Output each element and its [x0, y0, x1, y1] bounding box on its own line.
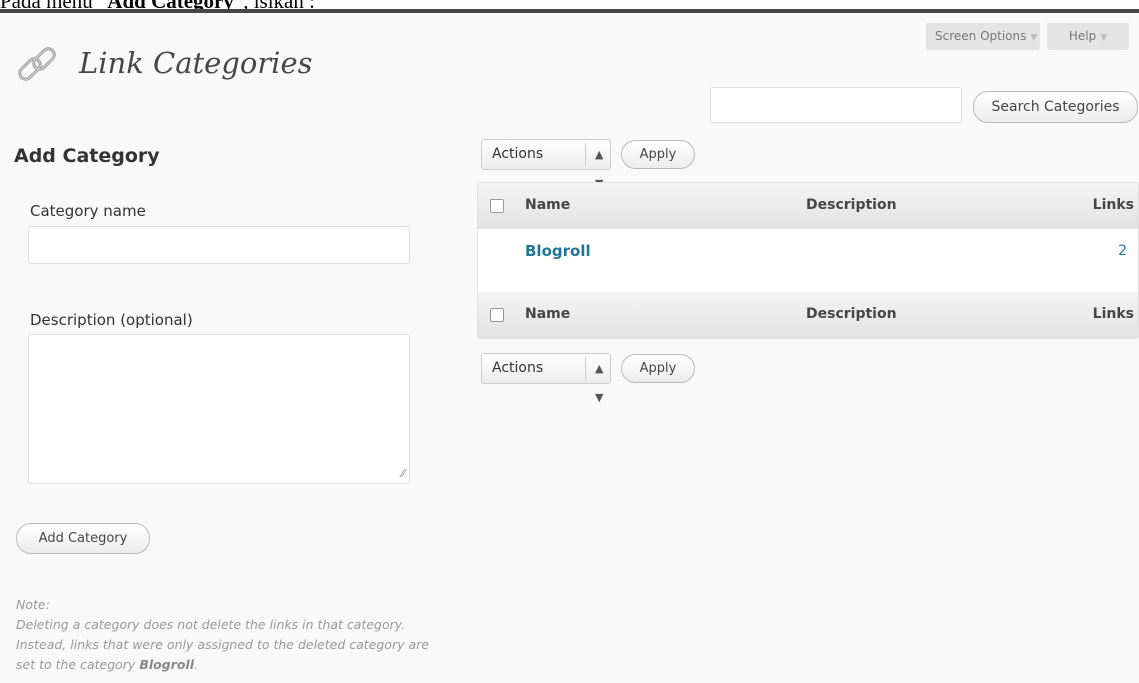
note-text-before: Deleting a category does not delete the …: [16, 617, 429, 672]
add-category-heading: Add Category: [14, 145, 160, 167]
bulk-actions-select-top[interactable]: Actions ▲▼: [481, 139, 611, 190]
select-all-checkbox-footer[interactable]: [490, 308, 504, 322]
description-textarea[interactable]: ⁄⁄: [28, 334, 410, 484]
category-name-label: Category name: [30, 202, 146, 220]
column-name[interactable]: Name: [525, 197, 570, 213]
column-description[interactable]: Description: [806, 197, 897, 213]
screen-options-button[interactable]: Screen Options ▼: [926, 23, 1040, 50]
bulk-actions-select-bottom[interactable]: Actions ▲ ▼: [481, 353, 611, 404]
help-button[interactable]: Help ▼: [1047, 23, 1129, 50]
apply-button-top[interactable]: Apply: [621, 140, 695, 169]
column-links-footer[interactable]: Links: [1093, 306, 1134, 322]
dropdown-arrow-icon: ▼: [1030, 33, 1038, 43]
bulk-actions-value: Actions: [492, 146, 544, 162]
column-links[interactable]: Links: [1093, 197, 1134, 213]
categories-table: Name Description Links Blogroll 2 Name D…: [477, 182, 1139, 339]
note-text-after: .: [193, 657, 198, 672]
help-label: Help: [1068, 29, 1097, 43]
select-all-checkbox[interactable]: [490, 199, 504, 213]
column-description-footer[interactable]: Description: [806, 306, 897, 322]
apply-button-bottom[interactable]: Apply: [621, 354, 695, 383]
table-row: Blogroll 2: [478, 229, 1138, 292]
add-category-button[interactable]: Add Category: [16, 523, 150, 554]
document-caption: Pada menu “Add Category”, isikan :: [0, 0, 1139, 13]
link-icon: [18, 47, 56, 81]
admin-panel: Screen Options ▼ Help ▼ Link Categories Se…: [0, 13, 1139, 683]
links-count-link[interactable]: 2: [1118, 243, 1127, 259]
select-divider: [585, 357, 586, 380]
search-categories-button[interactable]: Search Categories: [973, 91, 1138, 123]
delete-note: Note: Deleting a category does not delet…: [16, 595, 436, 675]
category-name-input[interactable]: [28, 226, 410, 264]
description-label: Description (optional): [30, 311, 193, 329]
category-name-link[interactable]: Blogroll: [525, 242, 591, 260]
page-title: Link Categories: [79, 46, 313, 80]
dropdown-arrow-icon: ▼: [1100, 33, 1108, 43]
table-header: Name Description Links: [478, 183, 1138, 229]
select-arrows-icon: ▲▼: [595, 362, 604, 404]
select-divider: [585, 143, 586, 166]
column-name-footer[interactable]: Name: [525, 306, 570, 322]
bulk-actions-value: Actions: [492, 360, 544, 376]
screen-options-label: Screen Options: [935, 29, 1027, 43]
search-input[interactable]: [710, 87, 962, 123]
note-text: Deleting a category does not delete the …: [16, 615, 436, 675]
table-footer: Name Description Links: [478, 292, 1138, 338]
resize-handle-icon[interactable]: ⁄⁄: [401, 467, 405, 480]
note-title: Note:: [16, 597, 50, 612]
note-bold-category: Blogroll: [139, 657, 194, 672]
